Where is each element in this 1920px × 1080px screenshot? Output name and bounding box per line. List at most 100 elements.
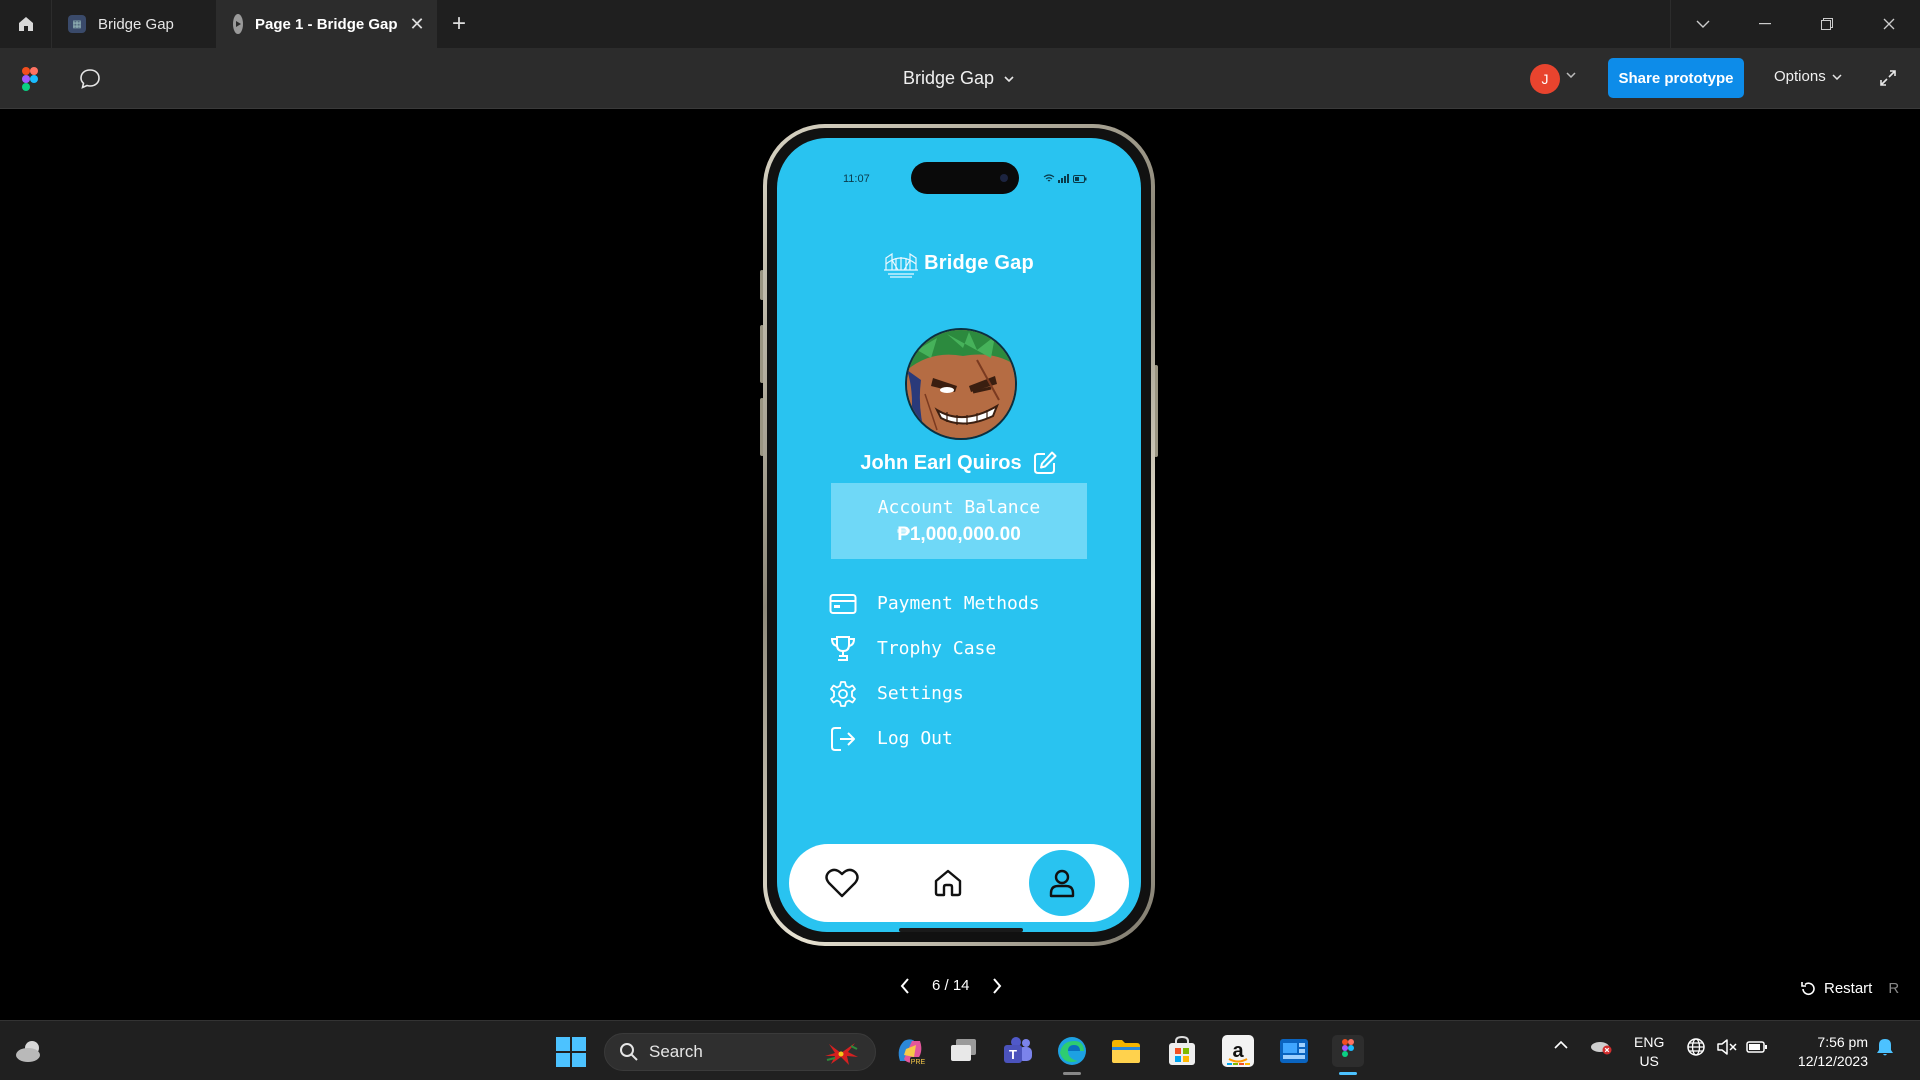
file-title: Bridge Gap [903, 68, 995, 88]
menu-label: Log Out [877, 728, 953, 749]
status-icons [1043, 174, 1087, 183]
tab-page-1-bridge-gap[interactable]: Page 1 - Bridge Gap ✕ [217, 0, 437, 48]
restore-button[interactable] [1796, 0, 1858, 48]
microsoft-store-icon[interactable] [1166, 1035, 1198, 1067]
system-clock[interactable]: 7:56 pm 12/12/2023 [1784, 1033, 1868, 1071]
options-label: Options [1774, 68, 1826, 85]
home-icon [934, 869, 962, 897]
amazon-app-icon[interactable]: a [1222, 1035, 1254, 1067]
start-button[interactable] [556, 1037, 586, 1072]
balance-label: Account Balance [877, 496, 1041, 518]
poinsettia-icon [825, 1043, 858, 1065]
close-tab-icon[interactable]: ✕ [410, 14, 425, 35]
brand-name: Bridge Gap [924, 251, 1034, 274]
volume-muted-icon[interactable] [1716, 1037, 1738, 1060]
frame-pager: 6 / 14 [900, 977, 1002, 994]
chevron-down-icon[interactable] [1566, 72, 1576, 78]
windows-logo-icon [556, 1037, 586, 1067]
restart-label: Restart [1824, 980, 1873, 997]
bridge-logo-icon [884, 252, 919, 278]
clock-time: 7:56 pm [1817, 1034, 1868, 1050]
close-icon [1883, 18, 1895, 30]
chevron-down-icon [1004, 75, 1014, 82]
nav-favorites-button[interactable] [809, 850, 875, 916]
trophy-icon [829, 635, 857, 663]
menu-label: Trophy Case [877, 638, 997, 659]
title-bar: ▦ Bridge Gap Page 1 - Bridge Gap ✕ + [0, 0, 1920, 48]
restart-shortcut: R [1888, 980, 1900, 997]
file-explorer-icon[interactable] [1110, 1035, 1142, 1067]
expand-icon[interactable] [1878, 68, 1898, 93]
copilot-app-icon[interactable]: PRE [894, 1035, 926, 1067]
comment-icon[interactable] [78, 67, 102, 96]
user-name: John Earl Quiros [860, 451, 1022, 474]
search-placeholder: Search [649, 1042, 703, 1061]
battery-icon[interactable] [1746, 1037, 1768, 1060]
chevron-down-icon [1696, 20, 1710, 28]
restart-button[interactable]: Restart R [1800, 980, 1899, 997]
signal-icon [1058, 174, 1069, 183]
home-indicator [899, 928, 1023, 932]
wifi-icon [1043, 174, 1055, 182]
menu-item-log-out[interactable]: Log Out [829, 716, 1040, 761]
new-tab-button[interactable]: + [437, 0, 481, 48]
show-hidden-icons-button[interactable] [1554, 1037, 1568, 1053]
restart-icon [1801, 981, 1815, 995]
file-title-menu[interactable]: Bridge Gap [903, 68, 1014, 89]
bottom-navigation [789, 844, 1129, 922]
taskbar-search[interactable]: Search [604, 1033, 876, 1071]
teams-app-icon[interactable]: T [1002, 1035, 1034, 1067]
network-icon[interactable] [1686, 1037, 1706, 1060]
menu-label: Settings [877, 683, 964, 704]
clock-date: 12/12/2023 [1797, 1053, 1868, 1069]
profile-menu: Payment Methods Trophy Case Settings Log… [829, 581, 1040, 761]
tab-label: Bridge Gap [98, 15, 174, 33]
notification-bell-icon[interactable] [1876, 1037, 1894, 1060]
menu-item-trophy-case[interactable]: Trophy Case [829, 626, 1040, 671]
options-menu-button[interactable]: Options [1774, 68, 1842, 85]
nav-home-button[interactable] [915, 850, 981, 916]
account-balance-card: Account Balance ₱1,000,000.00 [831, 483, 1087, 559]
language-indicator[interactable]: ENG US [1634, 1033, 1664, 1071]
status-time: 11:07 [843, 173, 870, 185]
task-view-icon[interactable] [948, 1035, 980, 1067]
menu-item-settings[interactable]: Settings [829, 671, 1040, 716]
language-code: ENG [1634, 1034, 1665, 1050]
play-icon [233, 14, 243, 34]
previous-frame-icon[interactable] [900, 977, 910, 994]
prototype-toolbar: Bridge Gap J Share prototype Options [0, 48, 1920, 109]
close-window-button[interactable] [1858, 0, 1920, 48]
figma-logo-icon[interactable] [22, 67, 38, 96]
edge-browser-icon[interactable] [1056, 1035, 1088, 1067]
share-prototype-button[interactable]: Share prototype [1608, 58, 1744, 98]
next-frame-icon[interactable] [992, 977, 1002, 994]
tab-bridge-gap[interactable]: ▦ Bridge Gap [52, 0, 217, 48]
file-thumbnail-icon: ▦ [68, 15, 86, 33]
user-name-row: John Earl Quiros [777, 450, 1141, 476]
home-tab-button[interactable] [0, 0, 52, 48]
edit-icon[interactable] [1032, 450, 1058, 476]
dynamic-island [911, 162, 1019, 194]
divider [1670, 0, 1671, 48]
svg-text:T: T [1009, 1047, 1017, 1062]
weather-widget-app-icon[interactable] [1278, 1035, 1310, 1067]
tab-list-button[interactable] [1672, 0, 1734, 48]
svg-text:PRE: PRE [911, 1059, 926, 1066]
windows-taskbar: Search PRE T a ENG US 7:56 pm 12/12/2023 [0, 1020, 1920, 1080]
menu-item-payment-methods[interactable]: Payment Methods [829, 581, 1040, 626]
chevron-down-icon [1832, 73, 1842, 80]
user-icon [1049, 869, 1075, 898]
onedrive-error-icon[interactable] [1590, 1037, 1612, 1058]
home-icon [18, 17, 33, 31]
search-icon [620, 1043, 638, 1061]
region-code: US [1639, 1053, 1659, 1069]
figma-app-icon[interactable] [1332, 1035, 1364, 1067]
minimize-icon [1759, 23, 1771, 25]
minimize-button[interactable] [1734, 0, 1796, 48]
logout-icon [829, 725, 857, 753]
weather-icon[interactable] [14, 1037, 44, 1070]
profile-avatar[interactable] [905, 328, 1017, 440]
user-avatar[interactable]: J [1530, 64, 1560, 94]
balance-value: ₱1,000,000.00 [897, 523, 1021, 545]
nav-profile-button[interactable] [1029, 850, 1095, 916]
